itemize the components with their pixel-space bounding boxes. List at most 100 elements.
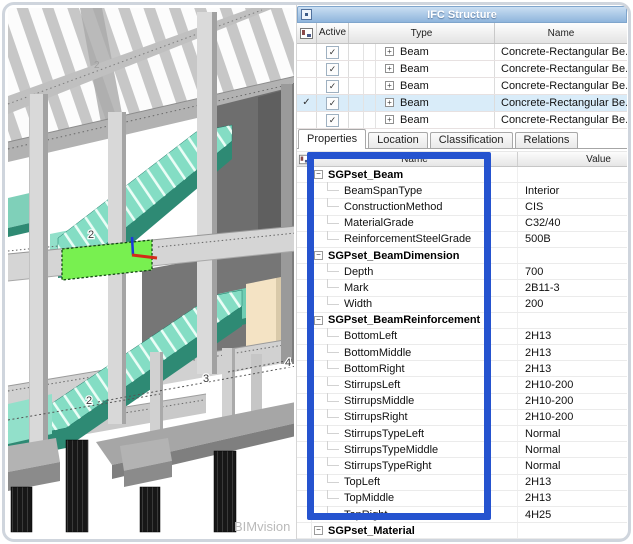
tree-elbow: [327, 441, 339, 450]
table-row[interactable]: ✓✓+BeamConcrete-Rectangular Be...: [297, 95, 627, 112]
property-row[interactable]: StirrupsTypeLeftNormal: [297, 426, 627, 442]
tree-elbow: [327, 360, 339, 369]
property-name: StirrupsTypeLeft: [344, 428, 424, 440]
tree-elbow: [327, 377, 339, 386]
collapse-icon[interactable]: −: [314, 316, 323, 325]
expand-icon[interactable]: +: [385, 47, 394, 56]
table-row[interactable]: ✓ +BeamConcrete-Rectangular Be...: [297, 44, 627, 61]
property-row[interactable]: ConstructionMethodCIS: [297, 199, 627, 215]
property-row[interactable]: TopLeft2H13: [297, 475, 627, 491]
property-value: 2H13: [518, 492, 627, 504]
props-column-value[interactable]: Value: [518, 152, 627, 166]
table-row[interactable]: ✓+BeamConcrete-Rectangular Be...: [297, 78, 627, 95]
property-row[interactable]: BottomRight 2H13: [297, 361, 627, 377]
column-header-type[interactable]: Type: [349, 23, 495, 43]
name-cell: Concrete-Rectangular Be...: [495, 44, 627, 60]
tree-elbow: [327, 328, 339, 337]
expand-icon[interactable]: +: [385, 64, 394, 73]
type-cell: + Beam: [349, 112, 495, 128]
group-name: SGPset_BeamReinforcement: [328, 314, 480, 326]
property-value: Normal: [518, 444, 627, 456]
axis-z-icon: [132, 237, 133, 255]
property-row[interactable]: StirrupsTypeRightNormal: [297, 458, 627, 474]
column-header-name[interactable]: Name: [495, 23, 627, 43]
property-row[interactable]: Width200: [297, 297, 627, 313]
column-options-icon: [300, 28, 313, 39]
tab-location[interactable]: Location: [368, 132, 428, 148]
property-value: 2H13: [518, 363, 627, 375]
table-row[interactable]: ✓+BeamConcrete-Rectangular Be...: [297, 61, 627, 78]
expand-icon[interactable]: +: [385, 81, 394, 90]
property-row[interactable]: StirrupsRight2H10-200: [297, 410, 627, 426]
active-cell: ✓: [317, 112, 349, 128]
properties-header: Name Value: [297, 151, 627, 167]
tree-elbow: [327, 393, 339, 402]
props-column-name[interactable]: Name: [312, 152, 518, 166]
property-row[interactable]: StirrupsMiddle2H10-200: [297, 394, 627, 410]
group-name: SGPset_Beam: [328, 169, 403, 181]
property-row[interactable]: TopMiddle 2H13: [297, 491, 627, 507]
property-value: 2H10-200: [518, 411, 627, 423]
name-cell: Concrete-Rectangular Be...: [495, 95, 627, 111]
property-row[interactable]: BeamSpanTypeInterior: [297, 183, 627, 199]
column-options-cell[interactable]: [297, 23, 317, 43]
row-selected-marker: [297, 61, 317, 77]
tab-relations[interactable]: Relations: [515, 132, 579, 148]
props-options-cell[interactable]: [297, 152, 312, 166]
property-group-row[interactable]: −SGPset_BeamReinforcement: [297, 313, 627, 329]
property-name: MaterialGrade: [344, 217, 414, 229]
active-checkbox[interactable]: ✓: [326, 63, 339, 76]
property-name: ReinforcementSteelGrade: [344, 233, 471, 245]
active-checkbox[interactable]: ✓: [326, 97, 339, 110]
property-value: 2H13: [518, 476, 627, 488]
property-name: TopMiddle: [344, 492, 394, 504]
property-value: 700: [518, 266, 627, 278]
tree-elbow: [327, 425, 339, 434]
tree-elbow: [327, 215, 339, 224]
property-row[interactable]: BottomMiddle2H13: [297, 345, 627, 361]
property-group-row[interactable]: −SGPset_Beam: [297, 167, 627, 183]
3d-viewport[interactable]: 2: [5, 5, 294, 539]
active-checkbox[interactable]: ✓: [326, 114, 339, 127]
property-row[interactable]: StirrupsTypeMiddleNormal: [297, 442, 627, 458]
type-cell: +Beam: [349, 44, 495, 60]
table-row[interactable]: ✓ + Beam Concrete-Rectangular Be...: [297, 112, 627, 129]
property-group-row[interactable]: −SGPset_BeamDimension: [297, 248, 627, 264]
tree-elbow: [327, 409, 339, 418]
property-name: StirrupsTypeRight: [344, 460, 431, 472]
property-name: BottomRight: [344, 363, 405, 375]
name-cell: Concrete-Rectangular Be...: [495, 112, 627, 128]
tab-properties[interactable]: Properties: [298, 129, 366, 149]
collapse-icon[interactable]: −: [314, 251, 323, 260]
tree-elbow: [327, 457, 339, 466]
property-name: StirrupsLeft: [344, 379, 400, 391]
property-row[interactable]: Mark2B11-3: [297, 280, 627, 296]
panel-menu-icon[interactable]: [301, 9, 312, 20]
tree-elbow: [327, 296, 339, 305]
property-row[interactable]: Depth700: [297, 264, 627, 280]
property-row[interactable]: BottomLeft2H13: [297, 329, 627, 345]
active-checkbox[interactable]: ✓: [326, 46, 339, 59]
collapse-icon[interactable]: −: [314, 526, 323, 535]
ifc-rows: ✓+BeamConcrete-Rectangular Be...✓+BeamCo…: [297, 44, 627, 130]
property-name: BottomLeft: [344, 330, 397, 342]
property-row[interactable]: TopRight4H25: [297, 507, 627, 523]
property-name: TopRight: [344, 509, 387, 521]
property-group-row[interactable]: −SGPset_Material: [297, 523, 627, 539]
tab-classification[interactable]: Classification: [430, 132, 513, 148]
column-header-active[interactable]: Active: [317, 23, 349, 43]
collapse-icon[interactable]: −: [314, 170, 323, 179]
panel-title: IFC Structure: [427, 9, 497, 21]
type-cell: +Beam: [349, 95, 495, 111]
expand-icon[interactable]: +: [385, 98, 394, 107]
property-row[interactable]: ReinforcementSteelGrade 500B: [297, 232, 627, 248]
property-row[interactable]: StirrupsLeft2H10-200: [297, 377, 627, 393]
upper-grid-label: 2: [94, 60, 100, 71]
property-value: 500B: [518, 233, 627, 245]
type-label: Beam: [400, 114, 429, 126]
property-row[interactable]: MaterialGrade C32/40: [297, 216, 627, 232]
active-checkbox[interactable]: ✓: [326, 80, 339, 93]
property-value: C32/40: [518, 217, 627, 229]
panel-titlebar[interactable]: IFC Structure: [297, 6, 627, 23]
expand-icon[interactable]: +: [385, 115, 394, 124]
